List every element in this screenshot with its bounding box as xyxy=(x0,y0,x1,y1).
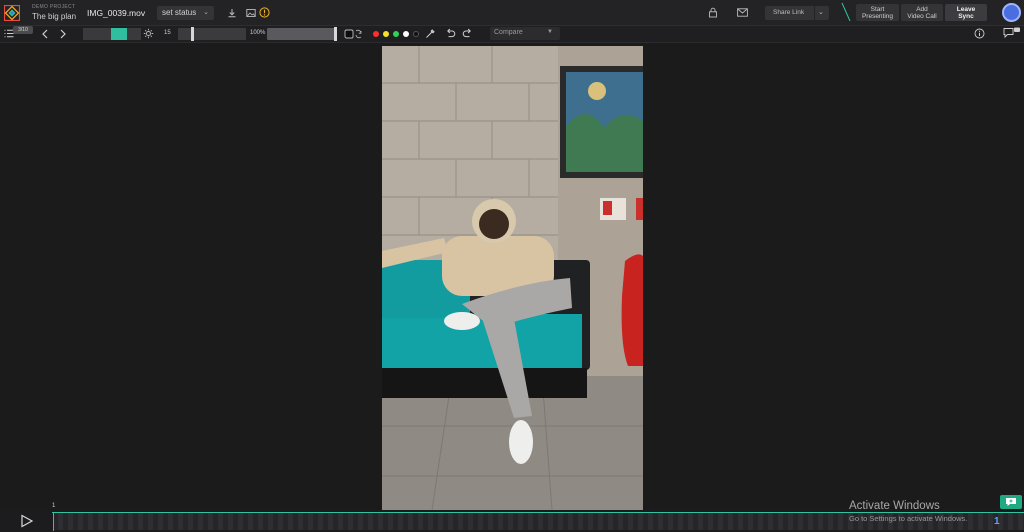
chat-button[interactable] xyxy=(1000,495,1022,509)
frame-rate-slider[interactable] xyxy=(178,28,246,40)
comment-icon[interactable] xyxy=(1003,27,1021,39)
download-icon[interactable] xyxy=(227,8,237,18)
compare-label: Compare xyxy=(494,29,523,36)
timeline-progress-line xyxy=(52,512,1024,513)
status-select-label: set status xyxy=(162,8,197,17)
video-image xyxy=(382,46,643,510)
start-presenting-line1: Start xyxy=(870,6,885,13)
color-white[interactable] xyxy=(403,31,409,37)
timeline-marker-label: 1 xyxy=(52,503,56,509)
image-icon[interactable] xyxy=(246,8,256,18)
chevron-down-icon[interactable]: ⌄ xyxy=(818,8,824,16)
status-select[interactable]: set status ⌄ xyxy=(157,6,214,20)
add-video-call-line1: Add xyxy=(916,6,928,13)
fill-icon[interactable] xyxy=(344,28,364,40)
timeline-playhead[interactable] xyxy=(53,512,54,531)
warning-icon[interactable] xyxy=(259,7,270,18)
color-red[interactable] xyxy=(373,31,379,37)
compare-select[interactable]: Compare ▼ xyxy=(490,27,560,40)
frame-rate-slider-thumb[interactable] xyxy=(191,27,194,41)
gear-icon[interactable] xyxy=(143,28,154,39)
view-mode-3-button[interactable] xyxy=(111,28,127,40)
zoom-value: 100% xyxy=(250,30,266,36)
color-black[interactable] xyxy=(413,31,419,37)
eyedropper-icon[interactable] xyxy=(425,28,436,39)
leave-sync-line2: Sync xyxy=(958,13,974,20)
video-frame[interactable] xyxy=(382,46,643,510)
view-mode-4-button[interactable] xyxy=(127,28,141,40)
lock-icon[interactable] xyxy=(708,7,718,18)
leave-sync-button[interactable]: Leave Sync xyxy=(945,4,987,21)
avatar[interactable] xyxy=(1002,3,1021,22)
file-name[interactable]: IMG_0039.mov xyxy=(87,8,145,18)
zoom-slider-thumb[interactable] xyxy=(334,27,337,41)
chevron-down-icon: ▼ xyxy=(547,29,553,35)
add-video-call-line2: Video Call xyxy=(907,13,937,20)
project-name[interactable]: The big plan xyxy=(32,12,76,21)
divider-slash xyxy=(841,2,851,22)
logo-icon[interactable] xyxy=(4,5,20,21)
chevron-down-icon: ⌄ xyxy=(203,9,209,16)
activate-windows-subtitle: Go to Settings to activate Windows. xyxy=(849,514,968,523)
play-icon[interactable] xyxy=(19,514,35,528)
project-label: DEMO PROJECT xyxy=(32,4,76,10)
info-icon[interactable] xyxy=(974,28,985,39)
frame-rate-value: 15 xyxy=(164,30,171,36)
chevron-right-icon[interactable] xyxy=(59,29,67,39)
color-green[interactable] xyxy=(393,31,399,37)
divider xyxy=(814,6,815,20)
start-presenting-line2: Presenting xyxy=(861,13,894,20)
view-mode-2-button[interactable] xyxy=(97,28,111,40)
color-yellow[interactable] xyxy=(383,31,389,37)
start-presenting-button[interactable]: Start Presenting xyxy=(856,4,899,21)
undo-icon[interactable] xyxy=(445,28,456,39)
redo-icon[interactable] xyxy=(462,28,473,39)
mail-icon[interactable] xyxy=(737,8,748,17)
share-link-button[interactable]: Share Link ⌄ xyxy=(765,6,829,20)
zoom-slider[interactable] xyxy=(267,28,336,40)
activate-windows-title: Activate Windows xyxy=(849,500,940,512)
item-counter: 3/10 xyxy=(13,26,33,34)
share-link-label: Share Link xyxy=(773,9,805,16)
add-video-call-button[interactable]: Add Video Call xyxy=(901,4,943,21)
chat-icon xyxy=(1006,498,1016,506)
view-mode-1-button[interactable] xyxy=(83,28,97,40)
frame-number: 1 xyxy=(994,516,1000,527)
leave-sync-line1: Leave xyxy=(956,6,976,13)
chevron-left-icon[interactable] xyxy=(41,29,49,39)
